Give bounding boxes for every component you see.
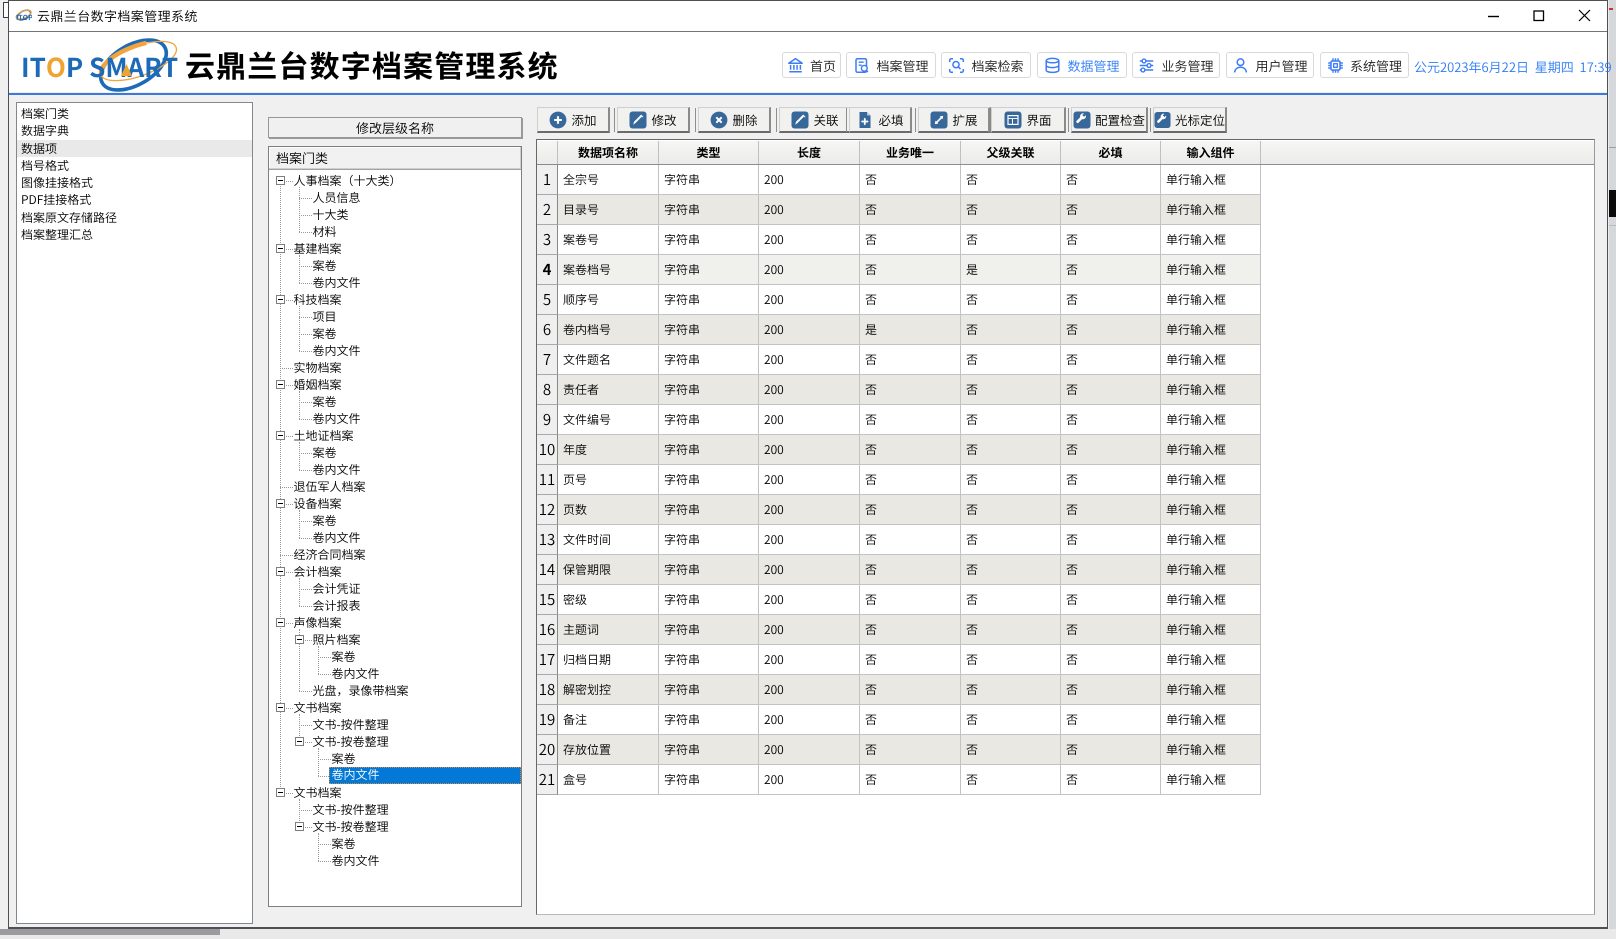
svg-text:ITOP SMART: ITOP SMART (21, 48, 178, 85)
svg-text:ITOP: ITOP (16, 13, 32, 23)
